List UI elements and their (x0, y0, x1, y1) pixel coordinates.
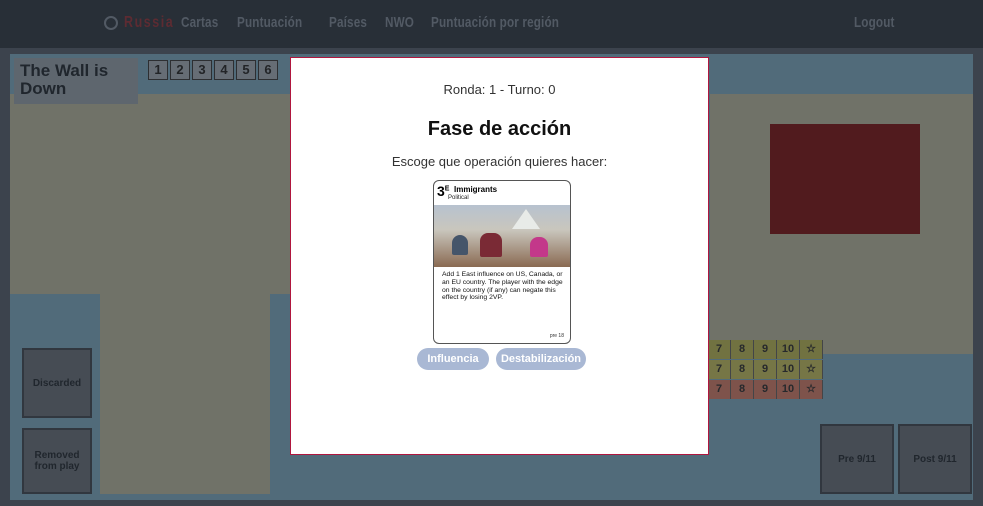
person-shape (530, 237, 548, 257)
destabilize-button[interactable]: Destabilización (496, 348, 586, 370)
person-shape (480, 233, 502, 257)
person-shape (452, 235, 468, 255)
round-turn-label: Ronda: 1 - Turno: 0 (443, 82, 556, 97)
card-illustration (434, 205, 570, 267)
card-title: Immigrants (454, 185, 498, 194)
tent-shape (512, 209, 540, 229)
card-type: Political (448, 195, 469, 201)
card-footer: pre 18 (549, 333, 564, 339)
action-phase-modal: Ronda: 1 - Turno: 0 Fase de acción Escog… (290, 57, 709, 455)
event-card[interactable]: 3E Immigrants Political Add 1 East influ… (433, 180, 571, 344)
phase-title: Fase de acción (427, 118, 572, 140)
card-text: Add 1 East influence on US, Canada, or a… (442, 271, 563, 302)
operation-prompt: Escoge que operación quieres hacer: (391, 154, 608, 169)
influence-button[interactable]: Influencia (417, 348, 489, 370)
